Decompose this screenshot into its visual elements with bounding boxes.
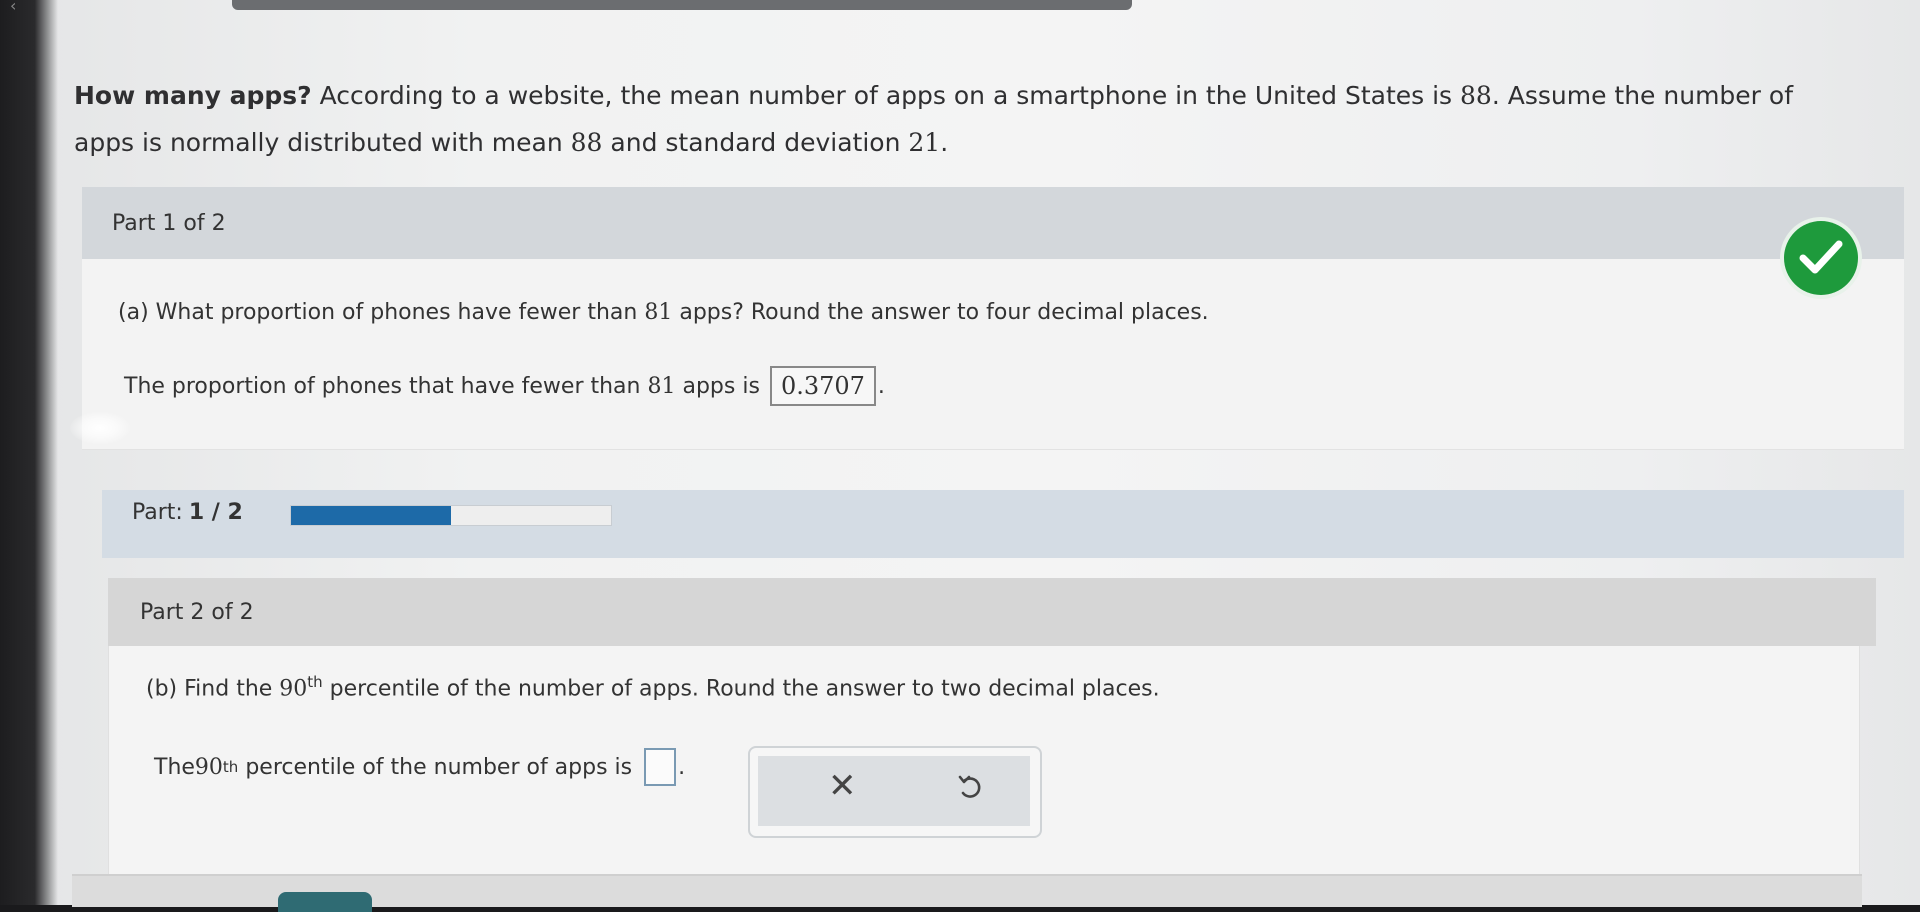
bottom-button[interactable] <box>278 892 372 912</box>
problem-mean: 88 <box>1460 81 1492 110</box>
part2-answer-line: The 90th percentile of the number of app… <box>154 748 685 786</box>
part1-answer-text-2: apps is <box>682 373 760 399</box>
progress-bar <box>290 505 612 526</box>
close-icon[interactable]: ✕ <box>828 766 857 806</box>
part2-question-sup: th <box>307 673 323 691</box>
undo-glyph <box>958 775 981 798</box>
top-toolbar <box>232 0 1132 10</box>
problem-statement: How many apps? According to a website, t… <box>74 72 1834 166</box>
part1-question-num: 81 <box>644 300 673 325</box>
progress-label: Part: 1 / 2 <box>132 500 243 525</box>
part1-header-label: Part 1 of 2 <box>112 211 226 236</box>
part2-answer-num: 90 <box>194 754 223 780</box>
part2-answer-period: . <box>678 754 686 780</box>
problem-text-1: According to a website, the mean number … <box>319 81 1461 110</box>
part1-body <box>82 259 1904 450</box>
problem-text-3: and standard deviation <box>602 128 909 157</box>
progress-value: 1 / 2 <box>188 500 243 525</box>
part2-header-label: Part 2 of 2 <box>140 600 254 625</box>
progress-bar-fill <box>291 506 451 525</box>
problem-sd: 21 <box>908 128 941 157</box>
answer-tools: ✕ <box>748 746 1042 838</box>
problem-mean-2: 88 <box>570 128 603 157</box>
part2-question-num: 90 <box>279 676 308 702</box>
part1-question: (a) What proportion of phones have fewer… <box>118 300 1209 325</box>
part1-answer-period: . <box>877 373 885 399</box>
screen-glare <box>70 412 130 444</box>
check-icon <box>1784 221 1858 295</box>
screen: ‹ How many apps? According to a website,… <box>0 0 1920 912</box>
part2-answer-text-1: The <box>154 754 195 780</box>
undo-icon[interactable] <box>958 772 984 806</box>
part2-answer-text-2: percentile of the number of apps is <box>245 754 633 780</box>
part1-question-text-1: (a) What proportion of phones have fewer… <box>118 300 645 325</box>
problem-text-4: . <box>940 128 949 157</box>
part1-answer-box: 0.3707 <box>769 366 876 406</box>
progress-panel: Part: 1 / 2 <box>102 490 1904 558</box>
part1-answer-line: The proportion of phones that have fewer… <box>124 366 885 406</box>
part1-question-text-2: apps? Round the answer to four decimal p… <box>672 300 1209 325</box>
screen-bezel <box>0 0 58 905</box>
part2-answer-input[interactable] <box>644 748 677 786</box>
check-mark-icon <box>1799 240 1843 274</box>
part1-header: Part 1 of 2 <box>82 187 1904 259</box>
part1-answer-num: 81 <box>647 373 676 399</box>
part2-answer-sup: th <box>222 758 239 776</box>
answer-tools-inner: ✕ <box>758 756 1030 826</box>
part2-question: (b) Find the 90th percentile of the numb… <box>146 673 1160 701</box>
back-icon[interactable]: ‹ <box>10 0 16 15</box>
problem-title: How many apps? <box>74 81 312 110</box>
part2-question-text-1: (b) Find the <box>146 676 280 702</box>
part2-header: Part 2 of 2 <box>108 578 1876 646</box>
part2-question-text-2: percentile of the number of apps. Round … <box>322 676 1160 702</box>
part1-answer-text-1: The proportion of phones that have fewer… <box>124 373 641 399</box>
progress-label-text: Part: <box>132 500 183 525</box>
